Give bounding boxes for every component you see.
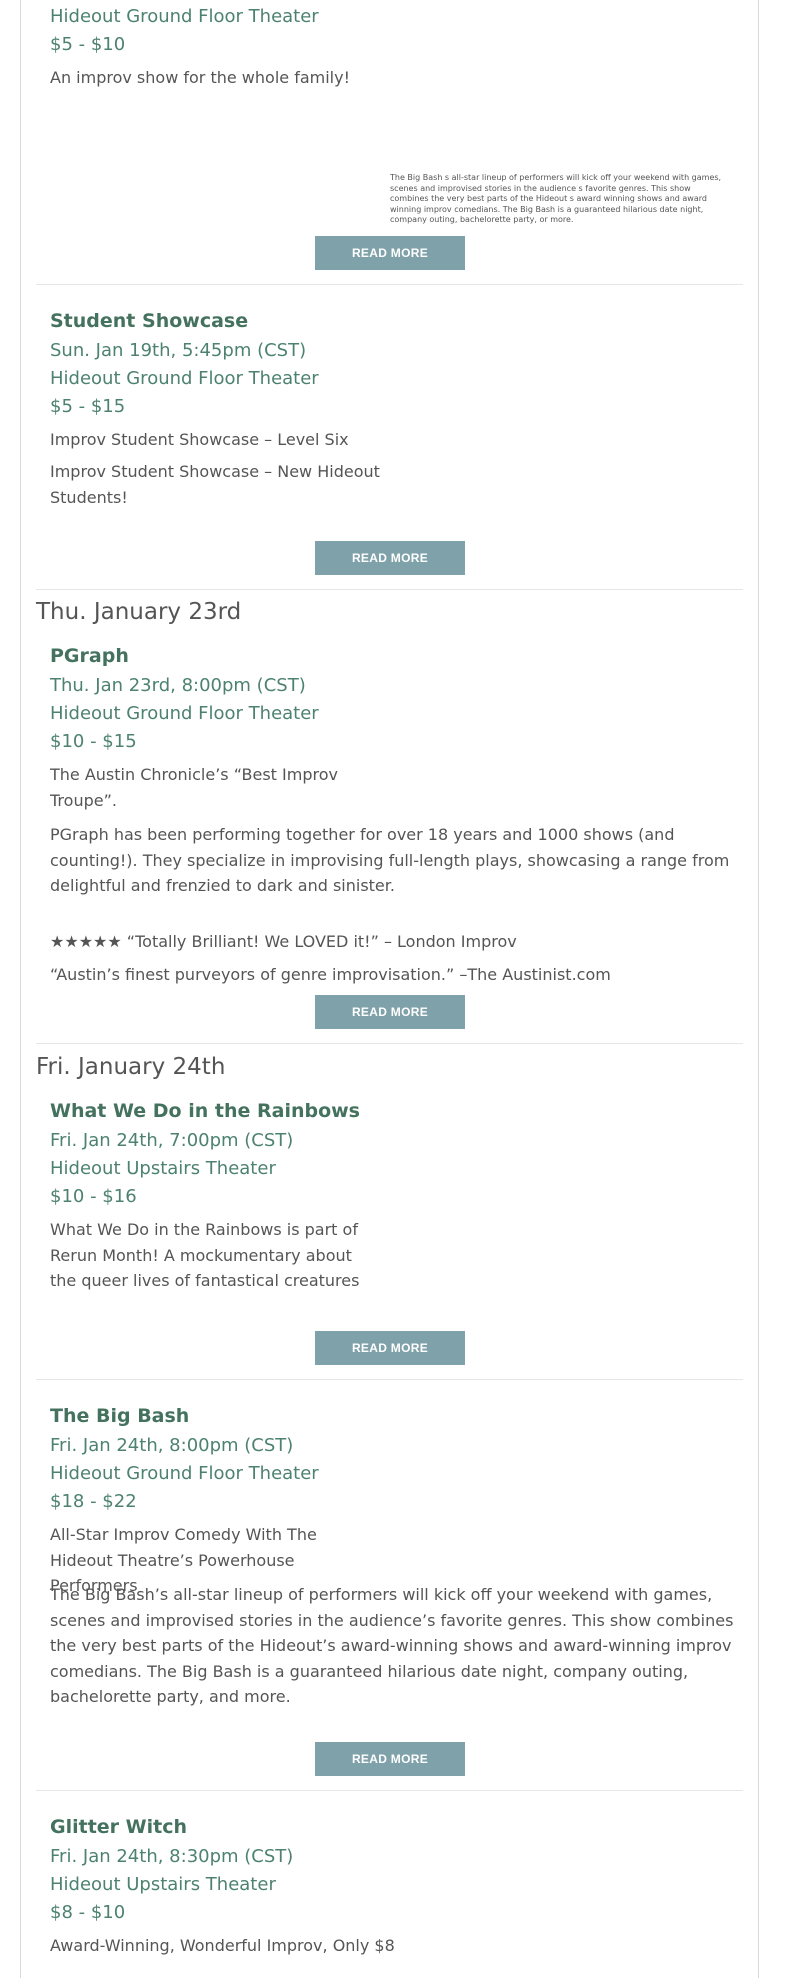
event-description: Improv Student Showcase – Level Six: [50, 430, 349, 449]
event-description: PGraph has been performing together for …: [50, 825, 730, 895]
read-more-button[interactable]: READ MORE: [315, 236, 465, 270]
divider: [36, 1790, 743, 1791]
event-price: $8 - $10: [50, 1902, 126, 1923]
event-price: $10 - $15: [50, 731, 137, 752]
day-heading: Thu. January 23rd: [36, 599, 242, 625]
read-more-button[interactable]: READ MORE: [315, 541, 465, 575]
event-review: ★★★★★ “Totally Brilliant! We LOVED it!” …: [50, 932, 517, 951]
event-title[interactable]: The Big Bash: [50, 1401, 189, 1431]
event-date: Fri. Jan 24th, 8:30pm (CST): [50, 1846, 294, 1867]
event-price: $5 - $10: [50, 34, 126, 55]
event-description: An improv show for the whole family!: [50, 68, 350, 87]
read-more-button[interactable]: READ MORE: [315, 995, 465, 1029]
event-title[interactable]: PGraph: [50, 641, 129, 671]
divider: [36, 1379, 743, 1380]
event-description: Improv Student Showcase – New Hideout St…: [50, 462, 380, 507]
event-venue: Hideout Upstairs Theater: [50, 1158, 276, 1179]
event-date: Fri. Jan 24th, 7:00pm (CST): [50, 1130, 294, 1151]
event-venue: Hideout Ground Floor Theater: [50, 1463, 319, 1484]
event-date: Sun. Jan 19th, 5:45pm (CST): [50, 340, 307, 361]
event-price: $5 - $15: [50, 396, 126, 417]
day-heading: Fri. January 24th: [36, 1054, 226, 1080]
event-side-text: The Big Bash s all-star lineup of perfor…: [390, 173, 722, 224]
divider: [36, 589, 743, 590]
event-venue: Hideout Ground Floor Theater: [50, 368, 319, 389]
divider: [36, 284, 743, 285]
event-price: $10 - $16: [50, 1186, 137, 1207]
event-description: The Big Bash’s all-star lineup of perfor…: [50, 1585, 734, 1706]
read-more-button[interactable]: READ MORE: [315, 1331, 465, 1365]
event-title[interactable]: Glitter Witch: [50, 1812, 187, 1842]
event-venue: Hideout Ground Floor Theater: [50, 703, 319, 724]
event-date: Fri. Jan 24th, 8:00pm (CST): [50, 1435, 294, 1456]
event-venue: Hideout Upstairs Theater: [50, 1874, 276, 1895]
read-more-button[interactable]: READ MORE: [315, 1742, 465, 1776]
divider: [36, 1043, 743, 1044]
event-date: Thu. Jan 23rd, 8:00pm (CST): [50, 675, 306, 696]
event-review: “Austin’s finest purveyors of genre impr…: [50, 965, 611, 984]
event-description: Award-Winning, Wonderful Improv, Only $8: [50, 1936, 395, 1955]
event-description: The Austin Chronicle’s “Best Improv Trou…: [50, 765, 338, 810]
event-title[interactable]: What We Do in the Rainbows: [50, 1096, 360, 1126]
event-venue: Hideout Ground Floor Theater: [50, 6, 319, 27]
event-title[interactable]: Student Showcase: [50, 306, 248, 336]
event-description: What We Do in the Rainbows is part of Re…: [50, 1220, 360, 1290]
event-price: $18 - $22: [50, 1491, 137, 1512]
